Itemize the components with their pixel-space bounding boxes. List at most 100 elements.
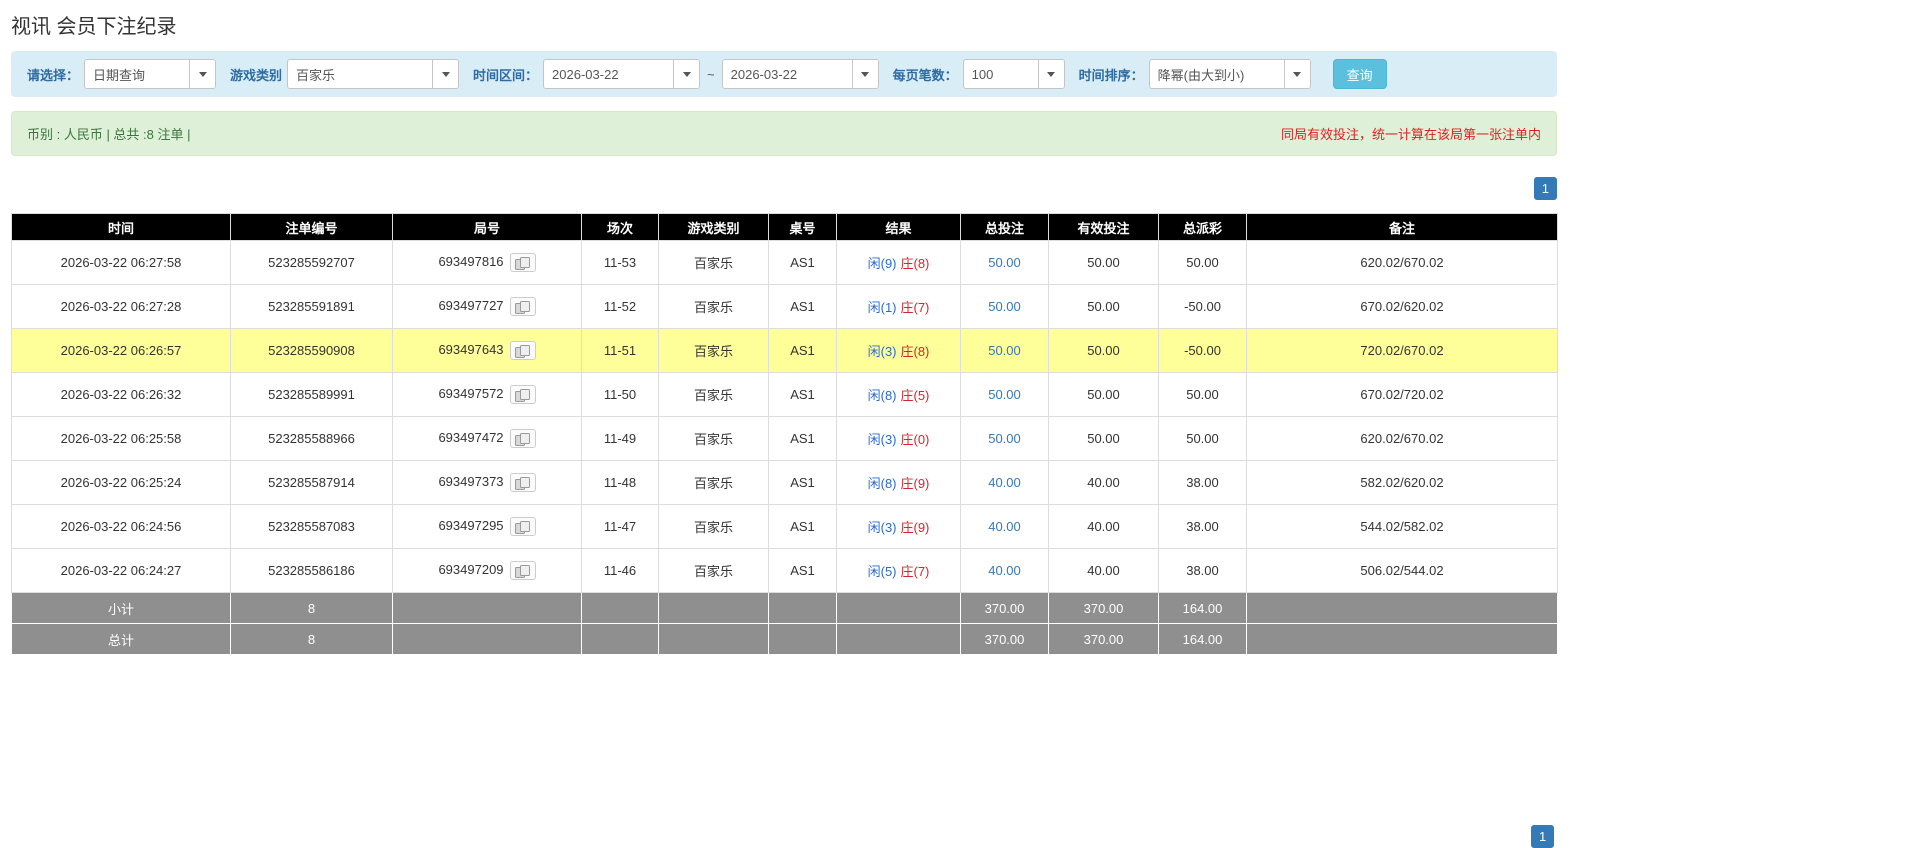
cell-total-bet: 40.00 bbox=[961, 461, 1049, 505]
footer-cell bbox=[393, 624, 582, 655]
total-bet-link[interactable]: 50.00 bbox=[988, 343, 1021, 358]
summary-bar: 币别 : 人民币 | 总共 :8 注单 | 同局有效投注，统一计算在该局第一张注… bbox=[11, 111, 1557, 156]
round-number: 693497643 bbox=[438, 342, 503, 357]
column-header: 桌号 bbox=[769, 214, 837, 241]
cell-payout: -50.00 bbox=[1159, 329, 1247, 373]
view-round-button[interactable] bbox=[510, 253, 536, 272]
total-bet-link[interactable]: 50.00 bbox=[988, 431, 1021, 446]
cell-result: 闲(8)庄(9) bbox=[837, 461, 961, 505]
view-round-button[interactable] bbox=[510, 517, 536, 536]
filter-bar: 请选择： 游戏类别 时间区间： ~ 每页笔 bbox=[11, 51, 1557, 97]
date-to-dropdown-button[interactable] bbox=[852, 60, 878, 88]
date-from-combobox[interactable] bbox=[543, 59, 700, 89]
footer-payout: 164.00 bbox=[1159, 593, 1247, 624]
sort-order-combobox[interactable] bbox=[1149, 59, 1311, 89]
cell-remark: 582.02/620.02 bbox=[1247, 461, 1558, 505]
cell-total-bet: 50.00 bbox=[961, 241, 1049, 285]
sort-order-input[interactable] bbox=[1150, 60, 1284, 88]
footer-valid-bet: 370.00 bbox=[1049, 624, 1159, 655]
page-size-combobox[interactable] bbox=[963, 59, 1065, 89]
cell-session: 11-46 bbox=[582, 549, 659, 593]
result-banker: 庄(7) bbox=[901, 300, 930, 315]
summary-currency-total: 币别 : 人民币 | 总共 :8 注单 | bbox=[27, 124, 191, 143]
cell-valid-bet: 40.00 bbox=[1049, 549, 1159, 593]
total-bet-link[interactable]: 40.00 bbox=[988, 475, 1021, 490]
round-number: 693497572 bbox=[438, 386, 503, 401]
cell-round-number: 693497295 bbox=[393, 505, 582, 549]
total-bet-link[interactable]: 50.00 bbox=[988, 387, 1021, 402]
pagination-top: 1 bbox=[11, 177, 1557, 200]
footer-cell bbox=[769, 593, 837, 624]
cell-total-bet: 50.00 bbox=[961, 373, 1049, 417]
cards-icon bbox=[515, 433, 531, 446]
footer-cell bbox=[1247, 593, 1558, 624]
cell-table-number: AS1 bbox=[769, 417, 837, 461]
view-round-button[interactable] bbox=[510, 473, 536, 492]
cell-table-number: AS1 bbox=[769, 285, 837, 329]
cell-time: 2026-03-22 06:24:56 bbox=[12, 505, 231, 549]
cell-time: 2026-03-22 06:26:57 bbox=[12, 329, 231, 373]
sort-order-dropdown-button[interactable] bbox=[1284, 60, 1310, 88]
select-type-label: 请选择： bbox=[27, 65, 79, 84]
cell-bet-number: 523285590908 bbox=[231, 329, 393, 373]
round-number: 693497816 bbox=[438, 254, 503, 269]
cell-round-number: 693497816 bbox=[393, 241, 582, 285]
date-to-input[interactable] bbox=[723, 60, 852, 88]
result-player: 闲(3) bbox=[868, 344, 897, 359]
date-from-input[interactable] bbox=[544, 60, 673, 88]
round-number: 693497727 bbox=[438, 298, 503, 313]
cell-game-type: 百家乐 bbox=[659, 285, 769, 329]
bet-records-table: 时间注单编号局号场次游戏类别桌号结果总投注有效投注总派彩备注 2026-03-2… bbox=[11, 213, 1558, 655]
total-bet-link[interactable]: 40.00 bbox=[988, 563, 1021, 578]
result-banker: 庄(8) bbox=[901, 344, 930, 359]
cell-session: 11-50 bbox=[582, 373, 659, 417]
cell-round-number: 693497373 bbox=[393, 461, 582, 505]
cell-game-type: 百家乐 bbox=[659, 549, 769, 593]
page-size-group bbox=[963, 59, 1065, 89]
table-body: 2026-03-22 06:27:58 523285592707 6934978… bbox=[12, 241, 1558, 593]
view-round-button[interactable] bbox=[510, 561, 536, 580]
cell-session: 11-52 bbox=[582, 285, 659, 329]
game-type-label: 游戏类别 bbox=[230, 65, 282, 84]
cell-session: 11-48 bbox=[582, 461, 659, 505]
footer-payout: 164.00 bbox=[1159, 624, 1247, 655]
cell-table-number: AS1 bbox=[769, 329, 837, 373]
game-type-input[interactable] bbox=[288, 60, 432, 88]
view-round-button[interactable] bbox=[510, 297, 536, 316]
total-bet-link[interactable]: 40.00 bbox=[988, 519, 1021, 534]
cell-time: 2026-03-22 06:24:27 bbox=[12, 549, 231, 593]
view-round-button[interactable] bbox=[510, 341, 536, 360]
cell-remark: 544.02/582.02 bbox=[1247, 505, 1558, 549]
total-bet-link[interactable]: 50.00 bbox=[988, 299, 1021, 314]
cell-game-type: 百家乐 bbox=[659, 241, 769, 285]
select-type-input[interactable] bbox=[85, 60, 189, 88]
result-player: 闲(3) bbox=[868, 520, 897, 535]
date-to-combobox[interactable] bbox=[722, 59, 879, 89]
cell-valid-bet: 50.00 bbox=[1049, 417, 1159, 461]
view-round-button[interactable] bbox=[510, 385, 536, 404]
select-type-combobox[interactable] bbox=[84, 59, 216, 89]
cell-remark: 670.02/720.02 bbox=[1247, 373, 1558, 417]
game-type-combobox[interactable] bbox=[287, 59, 459, 89]
page-1-button-bottom[interactable]: 1 bbox=[1531, 825, 1554, 848]
total-bet-link[interactable]: 50.00 bbox=[988, 255, 1021, 270]
page-size-input[interactable] bbox=[964, 60, 1038, 88]
cell-table-number: AS1 bbox=[769, 241, 837, 285]
cell-table-number: AS1 bbox=[769, 505, 837, 549]
select-type-dropdown-button[interactable] bbox=[189, 60, 215, 88]
cell-valid-bet: 40.00 bbox=[1049, 461, 1159, 505]
column-header: 场次 bbox=[582, 214, 659, 241]
column-header: 有效投注 bbox=[1049, 214, 1159, 241]
footer-cell bbox=[837, 593, 961, 624]
footer-count: 8 bbox=[231, 624, 393, 655]
game-type-dropdown-button[interactable] bbox=[432, 60, 458, 88]
cell-valid-bet: 50.00 bbox=[1049, 285, 1159, 329]
cell-game-type: 百家乐 bbox=[659, 373, 769, 417]
date-from-dropdown-button[interactable] bbox=[673, 60, 699, 88]
view-round-button[interactable] bbox=[510, 429, 536, 448]
cell-game-type: 百家乐 bbox=[659, 505, 769, 549]
page-1-button[interactable]: 1 bbox=[1534, 177, 1557, 200]
page-title: 视讯 会员下注纪录 bbox=[11, 10, 1557, 39]
query-button[interactable]: 查询 bbox=[1333, 59, 1387, 89]
page-size-dropdown-button[interactable] bbox=[1038, 60, 1064, 88]
